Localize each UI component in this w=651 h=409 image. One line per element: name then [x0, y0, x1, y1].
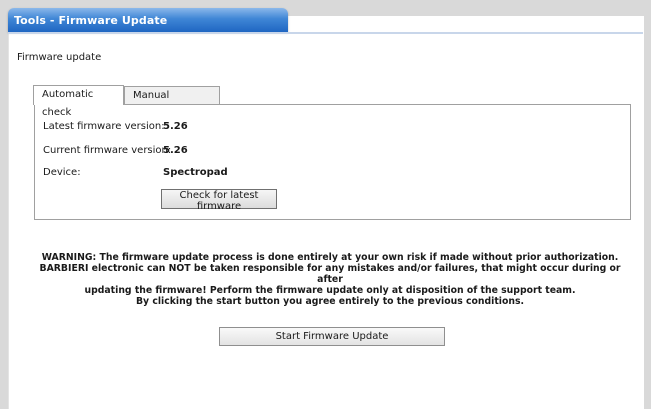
warning-line: updating the firmware! Perform the firmw…	[84, 285, 576, 296]
warning-line: BARBIERI electronic can NOT be taken res…	[39, 263, 621, 285]
latest-version-label: Latest firmware version:	[43, 121, 165, 132]
check-latest-firmware-button[interactable]: Check for latest firmware	[161, 189, 277, 212]
title-divider	[8, 32, 643, 34]
current-version-value: 5.26	[163, 145, 188, 156]
start-firmware-update-button[interactable]: Start Firmware Update	[219, 327, 445, 346]
warning-line: By clicking the start button you agree e…	[135, 296, 525, 307]
tab-automatic-check[interactable]: Automatic check	[33, 85, 124, 118]
warning-line: WARNING: The firmware update process is …	[41, 252, 619, 263]
window-title-bar: Tools - Firmware Update	[8, 8, 288, 32]
tab-manual-selection[interactable]: Manual selection	[124, 86, 220, 119]
current-version-label: Current firmware version:	[43, 145, 172, 156]
section-label: Firmware update	[17, 52, 102, 63]
latest-version-value: 5.26	[163, 121, 188, 132]
device-value: Spectropad	[163, 167, 228, 178]
window-title: Tools - Firmware Update	[14, 14, 168, 27]
warning-text: WARNING: The firmware update process is …	[30, 252, 630, 307]
device-label: Device:	[43, 167, 81, 178]
automatic-check-panel: Latest firmware version: 5.26 Current fi…	[34, 104, 631, 220]
